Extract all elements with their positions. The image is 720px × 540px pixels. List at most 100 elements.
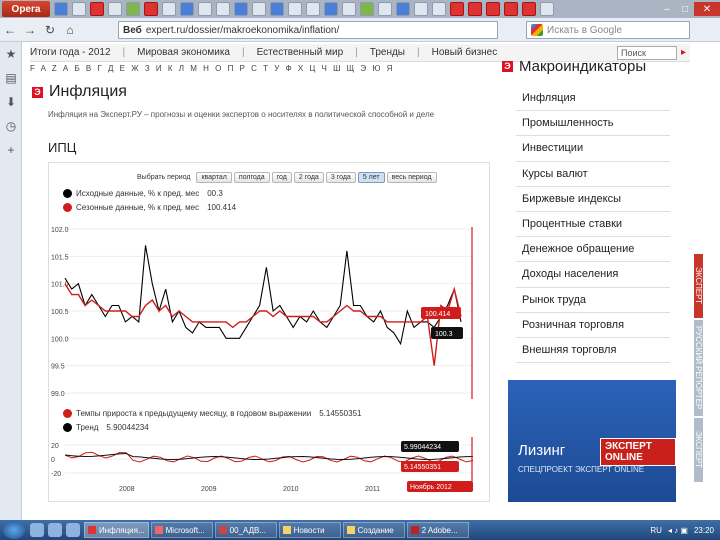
tab[interactable] [288,2,302,16]
maximize-icon[interactable]: □ [676,2,694,16]
legend-value: 100.414 [207,203,237,212]
tab[interactable] [162,2,176,16]
macro-menu-item[interactable]: Биржевые индексы [516,187,670,212]
period-button[interactable]: квартал [196,172,232,183]
tab[interactable] [270,2,284,16]
macro-menu-item[interactable]: Доходы населения [516,262,670,288]
notes-icon[interactable]: ▤ [0,66,22,90]
search-input[interactable]: Искать в Google [526,21,690,39]
tab[interactable] [522,2,536,16]
tab[interactable] [54,2,68,16]
quicklaunch-icon[interactable] [66,523,80,537]
tab[interactable] [396,2,410,16]
menu-item[interactable]: Итоги года - 2012 [30,47,111,58]
vtab-expert[interactable]: ЭКСПЕРТ [694,254,703,318]
tab[interactable] [450,2,464,16]
taskbar-item[interactable]: 2 Adobe... [406,522,469,538]
folder-icon [346,526,355,534]
vtab-russian-reporter[interactable]: РУССКИЙ РЕПОРТЕР [694,320,703,416]
legend-item[interactable]: Тренд 5.90044234 [63,423,149,432]
tab[interactable] [108,2,122,16]
growth-rate-chart[interactable]: 20 0 -20 2008 2009 2010 2011 5.99044234 5.145503… [49,437,489,501]
tab[interactable] [198,2,212,16]
taskbar-item[interactable]: 00_АДВ... [214,522,277,538]
history-icon[interactable]: ◷ [0,114,22,138]
taskbar-item[interactable]: Новости [278,522,341,538]
clock: 23:20 [693,525,714,535]
period-button[interactable]: весь период [386,172,437,183]
bookmarks-icon[interactable]: ★ [0,42,22,66]
opera-menu-button[interactable]: Opera [2,1,50,17]
tab[interactable] [306,2,320,16]
tab[interactable] [234,2,248,16]
quicklaunch-icon[interactable] [30,523,44,537]
taskbar-item[interactable]: Создание [342,522,405,538]
legend-item[interactable]: Темпы прироста к предыдущему месяцу, в г… [63,409,361,418]
tab[interactable] [324,2,338,16]
macro-menu-item[interactable]: Курсы валют [516,162,670,187]
macro-menu-item[interactable]: Денежное обращение [516,237,670,263]
macro-menu-item[interactable]: Розничная торговля [516,313,670,338]
taskbar-item[interactable]: Microsoft... [150,522,213,538]
menu-item[interactable]: Новый бизнес [432,47,498,58]
taskbar-item[interactable]: Инфляция... [84,522,149,538]
period-button[interactable]: год [271,172,292,183]
period-button-active[interactable]: 5 лет [357,172,385,183]
tab[interactable] [72,2,86,16]
start-button-icon[interactable] [3,521,25,539]
home-icon[interactable]: ⌂ [62,23,78,37]
ad-title: Лизинг [518,442,566,459]
tab[interactable] [486,2,500,16]
vtab-expert-2[interactable]: ЭКСПЕРТ [694,418,703,482]
series-line[interactable] [64,245,462,346]
period-button[interactable]: полгода [233,172,270,183]
tab[interactable] [378,2,392,16]
menu-item[interactable]: Тренды [370,47,405,58]
search-go-icon[interactable]: ▸ [681,47,686,58]
macro-menu-item[interactable]: Инфляция [516,86,670,112]
quicklaunch-icon[interactable] [48,523,62,537]
reload-icon[interactable]: ↻ [42,23,58,37]
downloads-icon[interactable]: ⬇ [0,90,22,114]
period-button[interactable]: 3 года [325,172,356,183]
tab[interactable] [90,2,104,16]
menu-item[interactable]: Мировая экономика [137,47,230,58]
tab[interactable] [504,2,518,16]
alphabet-index[interactable]: F A Z А Б В Г Д Е Ж З И К Л М Н О П Р С … [30,64,500,76]
language-indicator[interactable]: RU [650,526,662,535]
minimize-icon[interactable]: – [658,2,676,16]
legend-item[interactable]: Сезонные данные, % к пред. мес 100.414 [63,203,236,212]
tray-icons[interactable]: ◂ ♪ ▣ [668,526,688,535]
legend-dot-icon [63,423,72,432]
tab[interactable] [360,2,374,16]
tab[interactable] [540,2,554,16]
address-field[interactable]: Веб expert.ru/dossier/makroekonomika/inf… [118,21,498,39]
macro-menu-item[interactable]: Промышленность [516,111,670,137]
tab[interactable] [144,2,158,16]
series-line[interactable] [64,283,462,366]
leasing-ad-banner[interactable]: Лизинг ЭКСПЕРТ ONLINE СПЕЦПРОЕКТ ЭКСПЕРТ… [508,380,676,502]
macro-menu-item[interactable]: Процентные ставки [516,212,670,238]
x-tick-label: 2010 [283,486,299,493]
tab[interactable] [432,2,446,16]
macro-menu-item[interactable]: Инвестиции [516,136,670,162]
tab[interactable] [126,2,140,16]
close-icon[interactable]: ✕ [694,2,720,16]
period-button[interactable]: 2 года [293,172,324,183]
legend-item[interactable]: Исходные данные, % к пред. мес 00.3 [63,189,223,198]
tab[interactable] [216,2,230,16]
macro-menu-item[interactable]: Внешняя торговля [516,338,670,364]
tab[interactable] [342,2,356,16]
add-panel-icon[interactable]: + [0,138,22,162]
forward-icon[interactable]: → [22,23,38,37]
back-icon[interactable]: ← [2,23,18,37]
tab[interactable] [252,2,266,16]
browser-side-panel: ★ ▤ ⬇ ◷ + [0,42,22,520]
tab[interactable] [468,2,482,16]
menu-item[interactable]: Естественный мир [257,47,344,58]
legend-value: 00.3 [207,189,223,198]
tooltip-black: 5.99044234 [404,444,441,451]
tab[interactable] [414,2,428,16]
tab[interactable] [180,2,194,16]
macro-menu-item[interactable]: Рынок труда [516,288,670,313]
